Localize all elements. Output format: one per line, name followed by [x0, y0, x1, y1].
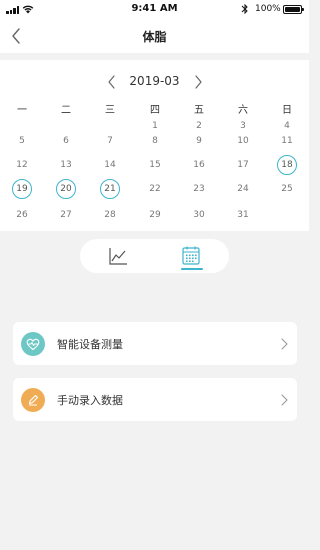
calendar-day[interactable]: 17: [233, 155, 253, 175]
calendar-day[interactable]: 24: [233, 179, 253, 199]
calendar-days: 1 2 3 4 5 6 7 8 9 10 11 12 13 14 15 16 17 18 19 20 21 22 23 24 2…: [0, 60, 309, 231]
calendar-icon[interactable]: [178, 245, 204, 267]
selected-tab-indicator: [181, 268, 203, 270]
calendar-day[interactable]: 10: [233, 131, 253, 151]
view-switcher: [80, 239, 229, 273]
calendar-day[interactable]: 11: [277, 131, 297, 151]
calendar-day[interactable]: 21: [100, 179, 120, 199]
calendar-day[interactable]: 12: [12, 155, 32, 175]
calendar-day[interactable]: 22: [145, 179, 165, 199]
calendar-day[interactable]: 19: [12, 179, 32, 199]
calendar-day[interactable]: 7: [100, 131, 120, 151]
manual-entry-button[interactable]: 手动录入数据: [13, 378, 297, 421]
chevron-right-icon: [281, 394, 288, 406]
calendar-day[interactable]: 26: [12, 205, 32, 225]
calendar-day[interactable]: 29: [145, 205, 165, 225]
calendar-day[interactable]: 27: [56, 205, 76, 225]
pencil-icon: [21, 388, 45, 412]
calendar-day[interactable]: 25: [277, 179, 297, 199]
calendar-day[interactable]: 28: [100, 205, 120, 225]
calendar-day[interactable]: 5: [12, 131, 32, 151]
calendar-day[interactable]: 9: [189, 131, 209, 151]
calendar-day[interactable]: 13: [56, 155, 76, 175]
calendar-day[interactable]: 14: [100, 155, 120, 175]
calendar-day[interactable]: 23: [189, 179, 209, 199]
calendar-day[interactable]: 15: [145, 155, 165, 175]
calendar-day[interactable]: 8: [145, 131, 165, 151]
nav-bar: 体脂: [0, 20, 309, 53]
chevron-right-icon: [281, 338, 288, 350]
device-measure-button[interactable]: 智能设备测量: [13, 322, 297, 365]
calendar: 2019-03 一 二 三 四 五 六 日 1 2 3 4 5 6 7 8 9 10 11 12 13 1…: [0, 60, 309, 231]
status-bar: 9:41 AM 100%: [0, 0, 309, 20]
manual-entry-label: 手动录入数据: [57, 394, 123, 407]
device-measure-label: 智能设备测量: [57, 338, 123, 351]
battery-icon: [283, 5, 304, 14]
calendar-day[interactable]: 31: [233, 205, 253, 225]
calendar-day[interactable]: 18: [277, 155, 297, 175]
page-title: 体脂: [142, 30, 167, 44]
battery-percent: 100%: [255, 4, 281, 14]
calendar-day[interactable]: 30: [189, 205, 209, 225]
calendar-day[interactable]: 16: [189, 155, 209, 175]
calendar-day[interactable]: 20: [56, 179, 76, 199]
bluetooth-icon: [241, 3, 248, 15]
line-chart-icon[interactable]: [105, 245, 131, 267]
heart-monitor-icon: [21, 332, 45, 356]
calendar-day[interactable]: 6: [56, 131, 76, 151]
